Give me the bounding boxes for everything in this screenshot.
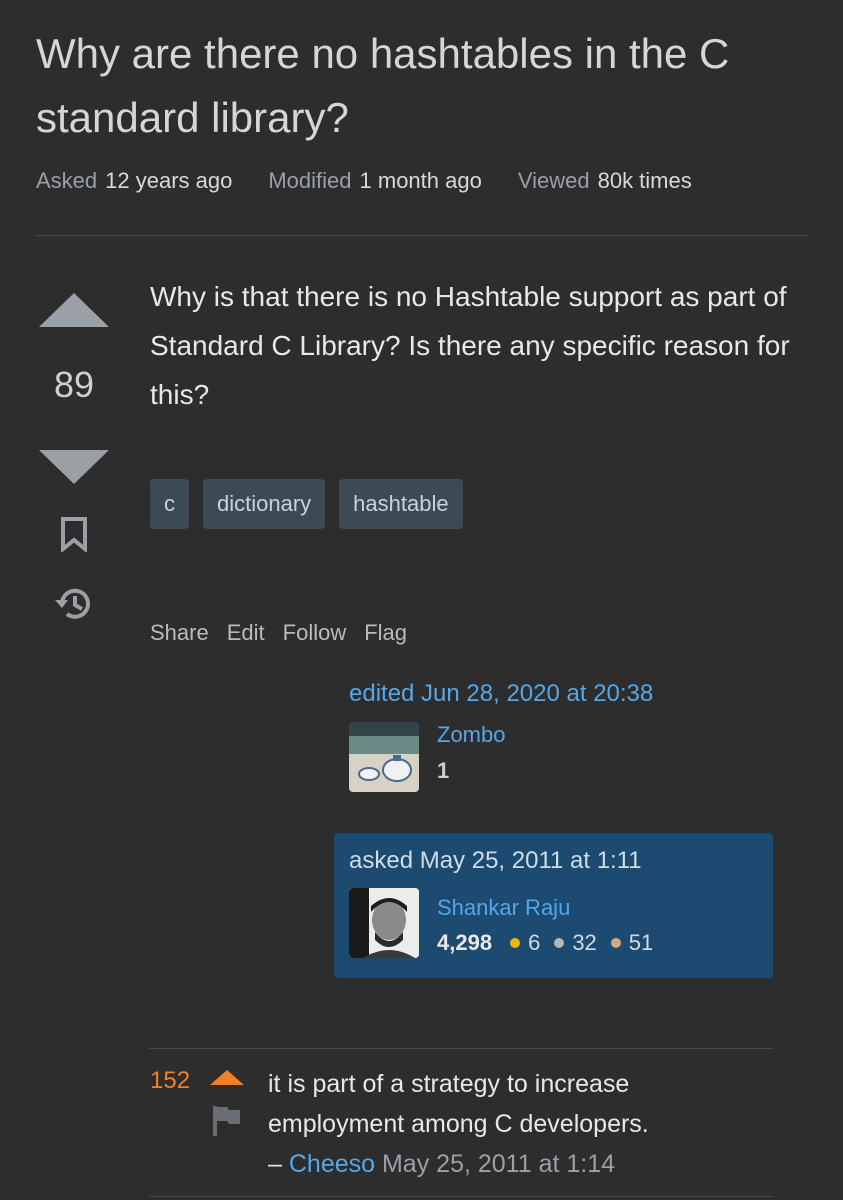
- edit-link[interactable]: Edit: [227, 620, 265, 646]
- reputation-score: 4,298: [437, 930, 493, 955]
- user-avatar-image: [349, 888, 419, 958]
- editor-signature: edited Jun 28, 2020 at 20:38 Zombo 1: [349, 680, 653, 792]
- asked-timestamp: asked May 25, 2011 at 1:11: [349, 847, 642, 874]
- comment-date[interactable]: May 25, 2011 at 1:14: [382, 1150, 615, 1178]
- flag-icon[interactable]: [213, 1106, 241, 1136]
- comment-upvote-button[interactable]: [210, 1070, 244, 1085]
- share-link[interactable]: Share: [150, 620, 209, 646]
- comment-score: 152: [150, 1067, 191, 1094]
- question-body: Why is that there is no Hashtable suppor…: [150, 281, 790, 410]
- post-actions: Share Edit Follow Flag: [150, 620, 407, 646]
- silver-badge-icon: [554, 938, 565, 948]
- tag-hashtable[interactable]: hashtable: [339, 479, 463, 529]
- tag-list: c dictionary hashtable: [150, 479, 463, 529]
- comment-divider: [149, 1048, 773, 1049]
- comment-text: it is part of a strategy to increase emp…: [268, 1070, 649, 1138]
- comment-author[interactable]: Cheeso: [289, 1150, 375, 1178]
- bookmark-icon[interactable]: [60, 516, 88, 552]
- downvote-button[interactable]: [39, 450, 109, 484]
- meta-viewed: Viewed 80k times: [517, 168, 692, 193]
- avatar[interactable]: [349, 888, 419, 958]
- divider: [149, 1196, 773, 1197]
- bronze-badge-icon: [610, 938, 621, 948]
- edited-timestamp[interactable]: edited Jun 28, 2020 at 20:38: [349, 680, 653, 708]
- meta-asked: Asked 12 years ago: [36, 168, 233, 193]
- editor-user: Zombo 1: [349, 722, 653, 792]
- tag-c[interactable]: c: [150, 479, 189, 529]
- gold-badge-count: 6: [528, 930, 541, 955]
- editor-name[interactable]: Zombo: [437, 722, 505, 748]
- comment-dash: –: [268, 1150, 282, 1178]
- meta-modified: Modified 1 month ago: [268, 168, 482, 193]
- editor-reputation: 1: [437, 758, 450, 783]
- flag-link[interactable]: Flag: [364, 620, 407, 646]
- history-icon[interactable]: [54, 584, 94, 624]
- upvote-button[interactable]: [39, 293, 109, 327]
- silver-badge-count: 32: [572, 930, 597, 955]
- divider: [36, 235, 808, 236]
- vote-count: 89: [53, 364, 95, 405]
- tag-dictionary[interactable]: dictionary: [203, 479, 326, 529]
- owner-signature: asked May 25, 2011 at 1:11 Shankar Raju …: [334, 833, 773, 978]
- question-title[interactable]: Why are there no hashtables in the C sta…: [36, 22, 826, 150]
- teapot-avatar-image: [349, 722, 419, 782]
- comment-body: it is part of a strategy to increase emp…: [268, 1064, 768, 1184]
- owner-reputation: 4,298 6 32 51: [437, 930, 653, 956]
- gold-badge-icon: [510, 938, 521, 948]
- avatar[interactable]: [349, 722, 419, 792]
- question-meta: Asked 12 years ago Modified 1 month ago Vi…: [36, 168, 692, 194]
- owner-name[interactable]: Shankar Raju: [437, 895, 570, 921]
- bronze-badge-count: 51: [628, 930, 654, 955]
- follow-link[interactable]: Follow: [283, 620, 347, 646]
